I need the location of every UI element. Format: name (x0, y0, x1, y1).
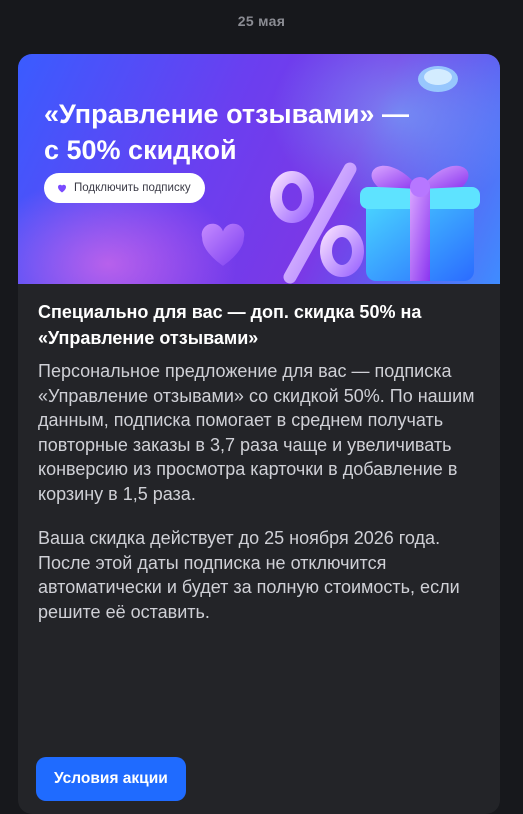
heart-icon (201, 223, 245, 266)
banner-subscribe-pill[interactable]: Подключить подписку (44, 173, 205, 203)
message-body: Специально для вас — доп. скидка 50% на … (38, 299, 478, 624)
promo-banner[interactable]: «Управление отзывами» — с 50% скидкой По… (18, 54, 500, 284)
message-headline: Специально для вас — доп. скидка 50% на … (38, 302, 422, 348)
date-separator: 25 мая (0, 0, 523, 42)
message-paragraph: Ваша скидка действует до 25 ноября 2026 … (38, 528, 460, 622)
gift-box-icon (360, 165, 480, 281)
date-label: 25 мая (237, 13, 286, 29)
coin-icon (418, 66, 458, 92)
message-paragraph: Персональное предложение для вас — подпи… (38, 361, 475, 504)
banner-pill-label: Подключить подписку (74, 182, 191, 194)
heart-icon (58, 184, 66, 193)
promo-terms-button[interactable]: Условия акции (36, 757, 186, 801)
message-card: «Управление отзывами» — с 50% скидкой По… (18, 54, 500, 814)
